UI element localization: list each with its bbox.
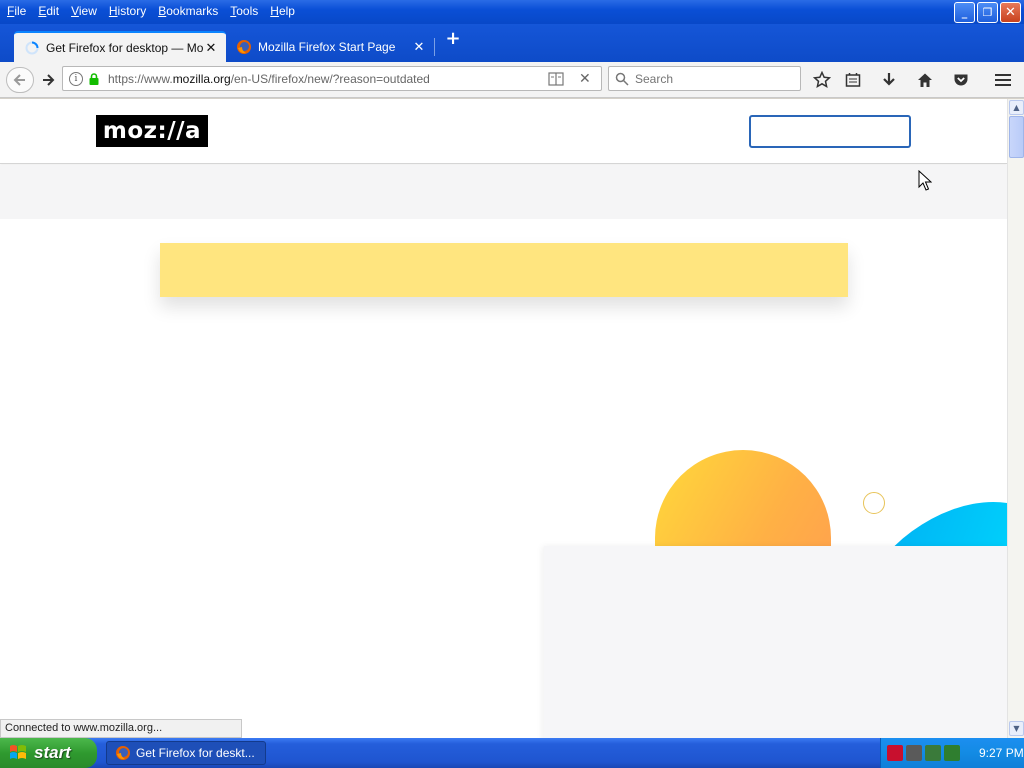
header-download-button[interactable]	[749, 115, 911, 148]
taskbar-item-label: Get Firefox for deskt...	[136, 746, 255, 760]
system-tray: 9:27 PM	[880, 738, 1024, 768]
url-domain: mozilla.org	[172, 71, 231, 86]
forward-button[interactable]	[36, 67, 60, 93]
download-icon[interactable]	[879, 70, 899, 90]
start-button[interactable]: start	[0, 738, 97, 768]
stop-loading-icon[interactable]: ✕	[579, 71, 593, 87]
tab-start-page[interactable]: Mozilla Firefox Start Page ✕	[226, 31, 434, 62]
vm-tools-icon[interactable]	[906, 745, 922, 761]
content-panel	[544, 546, 1007, 738]
loading-spinner-icon	[25, 41, 39, 54]
minimize-button[interactable]: _	[954, 2, 975, 23]
start-label: start	[34, 743, 71, 762]
menu-help[interactable]: Help	[265, 2, 300, 20]
info-icon[interactable]: i	[69, 71, 83, 86]
lock-icon[interactable]	[88, 72, 100, 85]
firefox-icon	[116, 746, 130, 760]
menu-file[interactable]: File	[2, 2, 31, 20]
taskbar-item-firefox[interactable]: Get Firefox for deskt...	[106, 741, 266, 765]
tab-label: Get Firefox for desktop — Mo...	[46, 40, 204, 55]
mouse-cursor-icon	[918, 170, 932, 191]
new-tab-icon[interactable]: +	[444, 30, 462, 48]
close-tab-icon[interactable]: ✕	[412, 39, 426, 55]
search-input[interactable]	[635, 71, 795, 86]
tab-strip: Get Firefox for desktop — Mo... ✕ Mozill…	[0, 24, 1024, 62]
security-shield-icon[interactable]	[887, 745, 903, 761]
notification-banner	[160, 243, 848, 297]
scroll-up-icon[interactable]: ▲	[1009, 100, 1024, 115]
decorative-ring	[863, 492, 885, 514]
scroll-thumb[interactable]	[1009, 116, 1024, 158]
menu-edit[interactable]: Edit	[33, 2, 64, 20]
menu-bar: File Edit View History Bookmarks Tools H…	[0, 0, 302, 22]
url-bar[interactable]: i https://www.mozilla.org/en-US/firefox/…	[62, 66, 602, 91]
firefox-icon	[237, 39, 251, 54]
menu-bookmarks[interactable]: Bookmarks	[153, 2, 223, 20]
tab-label: Mozilla Firefox Start Page	[258, 39, 396, 54]
close-window-button[interactable]: ✕	[1000, 2, 1021, 23]
tab-separator	[434, 38, 435, 56]
update-icon[interactable]	[944, 745, 960, 761]
title-bar: File Edit View History Bookmarks Tools H…	[0, 0, 1024, 24]
page-content: moz://a Connected to www.mozilla.org...	[0, 99, 1007, 738]
site-header: moz://a	[0, 99, 1007, 164]
search-icon	[615, 72, 629, 86]
mozilla-logo[interactable]: moz://a	[96, 115, 208, 147]
menu-tools[interactable]: Tools	[225, 2, 263, 20]
bookmark-star-icon[interactable]	[812, 70, 832, 90]
back-button[interactable]	[6, 67, 34, 93]
close-tab-icon[interactable]: ✕	[204, 40, 218, 56]
taskbar: start Get Firefox for deskt... 9:27 PM	[0, 738, 1024, 768]
tab-get-firefox[interactable]: Get Firefox for desktop — Mo... ✕	[14, 31, 226, 62]
url-path: /en-US/firefox/new/?reason=outdated	[230, 71, 430, 86]
navigation-bar: i https://www.mozilla.org/en-US/firefox/…	[0, 62, 1024, 98]
subnav-band	[0, 165, 1007, 219]
reader-view-icon[interactable]	[547, 71, 565, 86]
search-bar[interactable]	[608, 66, 801, 91]
forward-arrow-icon	[43, 74, 55, 86]
url-text[interactable]: https://www.mozilla.org/en-US/firefox/ne…	[108, 72, 547, 86]
maximize-button[interactable]: ❐	[977, 2, 998, 23]
windows-logo-icon	[10, 745, 26, 759]
back-arrow-icon	[13, 74, 25, 86]
hamburger-menu-icon[interactable]	[993, 70, 1013, 90]
home-icon[interactable]	[915, 70, 935, 90]
pocket-icon[interactable]	[951, 70, 971, 90]
clock: 9:27 PM	[979, 746, 1024, 760]
menu-view[interactable]: View	[66, 2, 102, 20]
scroll-down-icon[interactable]: ▼	[1009, 721, 1024, 736]
status-panel: Connected to www.mozilla.org...	[0, 719, 242, 738]
library-icon[interactable]	[843, 70, 863, 90]
url-prefix: https://www.	[108, 71, 173, 86]
menu-history[interactable]: History	[104, 2, 151, 20]
network-icon[interactable]	[925, 745, 941, 761]
vertical-scrollbar[interactable]: ▲ ▼	[1007, 99, 1024, 738]
window-controls: _ ❐ ✕	[954, 2, 1021, 23]
